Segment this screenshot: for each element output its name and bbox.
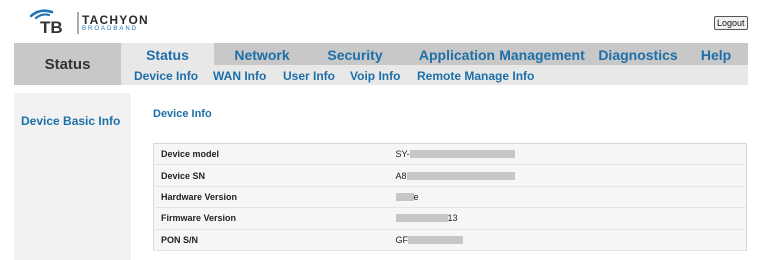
tab-help[interactable]: Help (697, 43, 735, 65)
sidebar: Device Basic Info (14, 93, 121, 260)
header: TB TACHYON BROADBAND Logout (0, 0, 760, 40)
row-label: Hardware Version (153, 186, 394, 209)
main-content: Device Info Device model SY- Device SN A… (121, 93, 748, 260)
sub-nav: Device Info WAN Info User Info Voip Info… (121, 65, 748, 85)
brand-logo: TB TACHYON BROADBAND (30, 6, 170, 36)
value-text: e (413, 191, 419, 202)
value-text: SY- (395, 149, 410, 160)
row-value: e (393, 186, 747, 209)
row-label: Firmware Version (153, 207, 394, 230)
device-info-table: Device model SY- Device SN A8 Hardware V… (153, 143, 747, 251)
subtab-voip-info[interactable]: Voip Info (350, 69, 400, 83)
tab-network[interactable]: Network (221, 43, 303, 65)
redaction-bar (409, 150, 515, 159)
content-panel: Device Info Device model SY- Device SN A… (131, 93, 748, 260)
row-value: A8 (393, 164, 747, 187)
table-row: Hardware Version e (153, 186, 747, 209)
tab-status[interactable]: Status (121, 43, 214, 65)
row-label: Device SN (153, 164, 394, 187)
row-label: PON S/N (153, 229, 394, 251)
section-title: Status (14, 43, 121, 85)
tab-security[interactable]: Security (317, 43, 393, 65)
brand-tagline: BROADBAND (82, 26, 139, 32)
logout-button[interactable]: Logout (714, 16, 748, 30)
redaction-bar (408, 235, 463, 244)
value-text: 13 (447, 213, 458, 224)
subtab-device-info[interactable]: Device Info (134, 69, 198, 83)
logo-mark: TB (40, 18, 63, 36)
redaction-bar (395, 192, 414, 201)
table-row: Device SN A8 (153, 164, 747, 187)
redaction-bar (406, 171, 515, 180)
tb-signal-logo-icon: TB (30, 9, 79, 36)
row-value: SY- (393, 143, 747, 166)
tab-diagnostics[interactable]: Diagnostics (593, 43, 683, 65)
row-value: GF (393, 229, 747, 251)
sidebar-item-device-basic-info[interactable]: Device Basic Info (21, 114, 120, 128)
row-value: 13 (393, 207, 747, 230)
page-title: Device Info (153, 108, 212, 120)
table-row: PON S/N GF (153, 229, 747, 251)
brand-name: TACHYON (82, 13, 149, 27)
subtab-remote-manage-info[interactable]: Remote Manage Info (417, 69, 534, 83)
value-text: GF (395, 234, 409, 245)
redaction-bar (395, 214, 448, 223)
row-label: Device model (153, 143, 394, 166)
main-nav: Status Network Security Application Mana… (121, 43, 748, 65)
subtab-user-info[interactable]: User Info (283, 69, 335, 83)
value-text: A8 (395, 170, 407, 181)
tab-management[interactable]: Management (499, 43, 585, 65)
table-row: Device model SY- (153, 143, 747, 166)
tab-application[interactable]: Application (407, 43, 507, 65)
table-row: Firmware Version 13 (153, 207, 747, 230)
subtab-wan-info[interactable]: WAN Info (213, 69, 266, 83)
